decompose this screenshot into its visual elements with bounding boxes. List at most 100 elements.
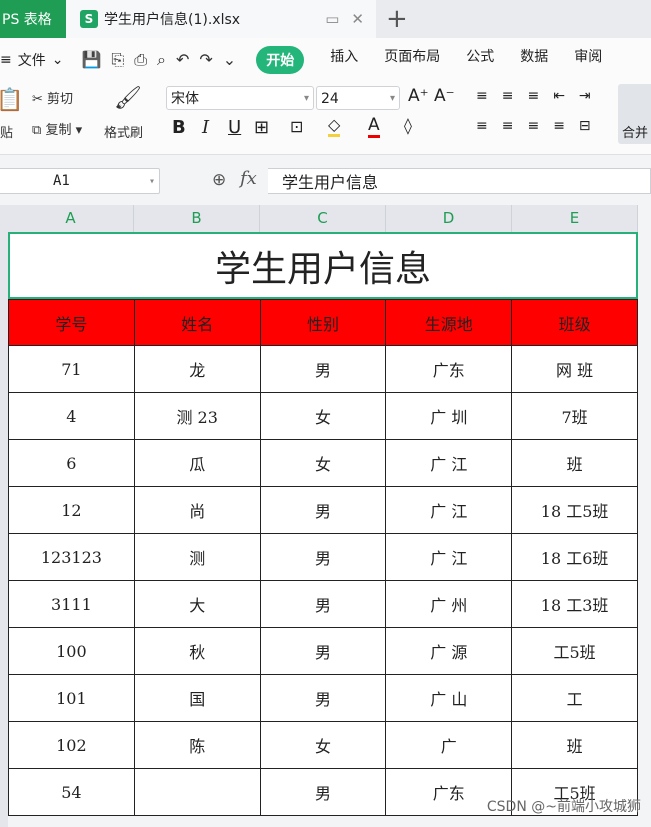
print-preview-icon[interactable]: ⌕ <box>157 50 166 70</box>
table-cell[interactable]: 广 州 <box>385 580 513 628</box>
undo-icon[interactable]: ↶ <box>176 50 189 70</box>
table-cell[interactable]: 100 <box>8 627 135 675</box>
table-cell[interactable]: 3111 <box>8 580 135 628</box>
name-box[interactable]: A1 ▾ <box>0 168 160 194</box>
table-cell[interactable]: 12 <box>8 486 135 534</box>
tab-data[interactable]: 数据 <box>520 46 548 74</box>
font-family-select[interactable]: 宋体 ▾ <box>166 86 314 110</box>
table-cell[interactable]: 女 <box>259 439 387 487</box>
header-name[interactable]: 姓名 <box>133 299 261 346</box>
table-cell[interactable]: 广东 <box>385 345 513 393</box>
paste-icon[interactable]: 📋 <box>0 88 23 113</box>
column-header-c[interactable]: C <box>260 205 386 232</box>
merged-title-cell[interactable]: 学生用户信息 <box>8 232 638 299</box>
column-header-b[interactable]: B <box>134 205 260 232</box>
table-cell[interactable]: 工5班 <box>511 627 638 675</box>
table-cell[interactable]: 国 <box>133 674 261 722</box>
underline-icon[interactable]: U <box>228 117 241 138</box>
table-cell[interactable]: 测 23 <box>133 392 261 440</box>
font-size-select[interactable]: 24 ▾ <box>316 86 400 110</box>
table-cell[interactable]: 18 工5班 <box>511 486 638 534</box>
document-tab[interactable]: S 学生用户信息(1).xlsx ▭ ✕ <box>66 0 376 38</box>
clear-format-icon[interactable]: ◊ <box>404 116 412 135</box>
table-cell[interactable]: 秋 <box>133 627 261 675</box>
table-cell[interactable]: 男 <box>259 768 387 816</box>
table-cell[interactable]: 广 山 <box>385 674 513 722</box>
table-cell[interactable]: 测 <box>133 533 261 581</box>
cut-button[interactable]: ✂ 剪切 <box>32 88 73 107</box>
table-cell[interactable]: 广 江 <box>385 439 513 487</box>
table-cell[interactable]: 男 <box>259 533 387 581</box>
table-cell[interactable]: 大 <box>133 580 261 628</box>
tab-insert[interactable]: 插入 <box>330 46 358 74</box>
cell-style-icon[interactable]: ⊡ <box>290 117 303 136</box>
zoom-search-icon[interactable]: ⊕ <box>212 170 226 190</box>
table-cell[interactable]: 广 圳 <box>385 392 513 440</box>
table-cell[interactable]: 工 <box>511 674 638 722</box>
paste-button-label[interactable]: 贴 <box>0 122 13 141</box>
fx-icon[interactable]: fx <box>240 168 257 189</box>
table-cell[interactable]: 71 <box>8 345 135 393</box>
table-cell[interactable]: 班 <box>511 721 638 769</box>
table-cell[interactable]: 男 <box>259 486 387 534</box>
copy-button[interactable]: ⧉ 复制 ▾ <box>32 119 82 138</box>
italic-icon[interactable]: I <box>202 117 209 138</box>
table-cell[interactable]: 瓜 <box>133 439 261 487</box>
table-cell[interactable]: 陈 <box>133 721 261 769</box>
merge-button[interactable]: 合并 <box>618 84 651 144</box>
table-cell[interactable]: 广 江 <box>385 533 513 581</box>
borders-icon[interactable]: ⊞ <box>254 117 269 138</box>
table-cell[interactable]: 女 <box>259 392 387 440</box>
export-icon[interactable]: ⎘ <box>111 50 124 70</box>
table-cell[interactable]: 广 <box>385 721 513 769</box>
table-cell[interactable]: 班 <box>511 439 638 487</box>
table-cell[interactable]: 男 <box>259 580 387 628</box>
vertical-align-icons[interactable]: ≡≡≡⇤⇥ <box>476 88 605 104</box>
font-color-icon[interactable]: A <box>368 115 380 138</box>
table-cell[interactable]: 101 <box>8 674 135 722</box>
new-tab-button[interactable]: + <box>386 4 408 34</box>
table-cell[interactable]: 18 工6班 <box>511 533 638 581</box>
header-student-id[interactable]: 学号 <box>8 299 135 346</box>
table-cell[interactable]: 网 班 <box>511 345 638 393</box>
decrease-font-icon[interactable]: A⁻ <box>434 86 455 106</box>
format-painter-label[interactable]: 格式刷 <box>104 122 143 141</box>
increase-font-icon[interactable]: A⁺ <box>408 86 429 106</box>
column-header-e[interactable]: E <box>512 205 638 232</box>
header-origin[interactable]: 生源地 <box>385 299 513 346</box>
print-icon[interactable]: ⎙ <box>134 50 147 70</box>
table-cell[interactable]: 男 <box>259 627 387 675</box>
fill-color-icon[interactable]: ◇ <box>328 115 341 137</box>
redo-icon[interactable]: ↷ <box>199 50 212 70</box>
table-cell[interactable] <box>133 768 261 816</box>
tab-page-layout[interactable]: 页面布局 <box>384 46 440 74</box>
tab-home[interactable]: 开始 <box>256 46 305 74</box>
close-icon[interactable]: ✕ <box>351 10 364 28</box>
table-cell[interactable]: 6 <box>8 439 135 487</box>
app-tab-wps-sheets[interactable]: PS 表格 <box>0 0 66 38</box>
table-cell[interactable]: 54 <box>8 768 135 816</box>
column-header-a[interactable]: A <box>8 205 134 232</box>
table-cell[interactable]: 尚 <box>133 486 261 534</box>
header-class[interactable]: 班级 <box>511 299 638 346</box>
horizontal-align-icons[interactable]: ≡≡≡≡⊟ <box>476 118 605 134</box>
table-cell[interactable]: 广 江 <box>385 486 513 534</box>
header-gender[interactable]: 性别 <box>259 299 387 346</box>
bold-icon[interactable]: B <box>172 117 186 138</box>
table-cell[interactable]: 广 源 <box>385 627 513 675</box>
formula-input[interactable]: 学生用户信息 <box>268 168 651 194</box>
table-cell[interactable]: 4 <box>8 392 135 440</box>
table-cell[interactable]: 102 <box>8 721 135 769</box>
table-cell[interactable]: 男 <box>259 674 387 722</box>
save-icon[interactable]: 💾 <box>81 50 101 70</box>
more-icon[interactable]: ⌄ <box>223 50 236 70</box>
table-cell[interactable]: 123123 <box>8 533 135 581</box>
table-cell[interactable]: 7班 <box>511 392 638 440</box>
table-cell[interactable]: 女 <box>259 721 387 769</box>
monitor-icon[interactable]: ▭ <box>325 10 339 28</box>
column-header-d[interactable]: D <box>386 205 512 232</box>
format-painter-icon[interactable]: 🖌 <box>114 86 142 111</box>
table-cell[interactable]: 男 <box>259 345 387 393</box>
file-menu[interactable]: ≡ 文件 ⌄ <box>0 50 63 70</box>
table-cell[interactable]: 龙 <box>133 345 261 393</box>
